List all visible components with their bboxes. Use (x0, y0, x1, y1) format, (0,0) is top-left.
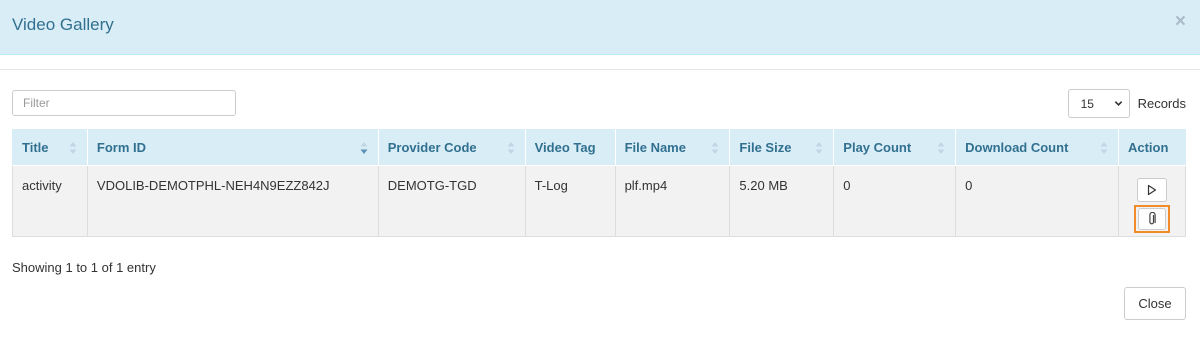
column-header-label: Title (22, 140, 49, 155)
cell-title: activity (12, 165, 88, 237)
paperclip-icon (1149, 212, 1156, 225)
column-header-video-tag: Video Tag (524, 129, 616, 166)
column-header-action: Action (1117, 129, 1187, 166)
table-header-row: Title Form ID Provider Code Video Tag Fi… (12, 129, 1187, 166)
column-header-file-size[interactable]: File Size (729, 129, 835, 166)
attachment-highlight (1133, 205, 1170, 233)
column-header-label: File Size (739, 140, 792, 155)
records-select-value: 15 (1080, 97, 1094, 111)
cell-play-count: 0 (833, 165, 957, 237)
column-header-download-count[interactable]: Download Count (955, 129, 1119, 166)
close-button[interactable]: Close (1124, 287, 1186, 320)
column-header-label: Form ID (96, 140, 147, 155)
filter-input[interactable] (12, 90, 236, 116)
cell-file-name: plf.mp4 (614, 165, 731, 237)
modal-title: Video Gallery (12, 15, 114, 34)
sort-icon (711, 142, 719, 154)
column-header-label: Provider Code (387, 140, 477, 155)
sort-desc-icon (360, 142, 368, 154)
cell-video-tag: T-Log (524, 165, 616, 237)
column-header-label: Action (1127, 140, 1169, 155)
column-header-form-id[interactable]: Form ID (86, 129, 379, 166)
attachment-button[interactable] (1137, 208, 1166, 230)
table-info: Showing 1 to 1 of 1 entry (12, 260, 156, 275)
close-icon[interactable]: × (1175, 12, 1186, 31)
cell-action (1117, 165, 1187, 237)
column-header-play-count[interactable]: Play Count (833, 129, 957, 166)
column-header-label: File Name (624, 140, 686, 155)
play-icon (1147, 184, 1157, 196)
cell-form-id: VDOLIB-DEMOTPHL-NEH4N9EZZ842J (86, 165, 379, 237)
sort-icon (1100, 142, 1108, 154)
video-table: Title Form ID Provider Code Video Tag Fi… (12, 129, 1187, 237)
divider (0, 69, 1200, 70)
column-header-file-name[interactable]: File Name (614, 129, 731, 166)
sort-icon (815, 142, 823, 154)
modal-header: Video Gallery × (0, 0, 1200, 55)
column-header-provider-code[interactable]: Provider Code (377, 129, 526, 166)
column-header-label: Download Count (965, 140, 1069, 155)
sort-icon (507, 142, 515, 154)
chevron-down-icon (1114, 101, 1122, 106)
column-header-label: Video Tag (534, 140, 596, 155)
cell-file-size: 5.20 MB (729, 165, 835, 237)
column-header-label: Play Count (843, 140, 912, 155)
play-button[interactable] (1136, 178, 1167, 202)
records-label: Records (1137, 96, 1186, 111)
sort-icon (937, 142, 945, 154)
records-select[interactable]: 15 (1067, 89, 1130, 118)
table-row: activity VDOLIB-DEMOTPHL-NEH4N9EZZ842J D… (12, 165, 1187, 237)
cell-download-count: 0 (955, 165, 1119, 237)
video-gallery-modal: Video Gallery × 15 Records Title Form ID… (0, 0, 1200, 348)
sort-icon (69, 142, 77, 154)
column-header-title[interactable]: Title (12, 129, 88, 166)
cell-provider-code: DEMOTG-TGD (377, 165, 526, 237)
records-per-page: 15 Records (1067, 89, 1186, 118)
